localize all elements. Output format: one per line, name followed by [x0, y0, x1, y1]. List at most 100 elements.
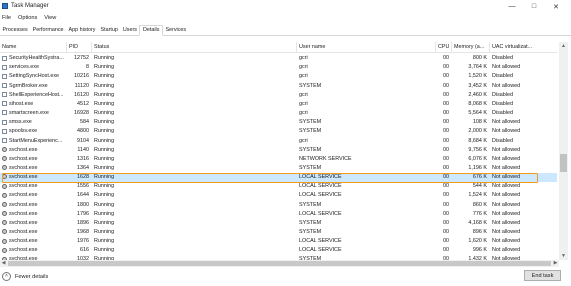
column-header-name[interactable]: Name	[2, 44, 16, 50]
cell-mem: 896 K	[472, 229, 487, 236]
cell-name: svchost.exe	[9, 192, 38, 199]
table-row[interactable]: smartscreen.exe 16928 Running gcri 00 5,564 K…	[0, 109, 557, 118]
tab-performance[interactable]: Performance	[30, 25, 66, 35]
table-row[interactable]: svchost.exe 1140 Running SYSTEM 00 9,756 K Not…	[0, 146, 557, 155]
cell-user: gcri	[299, 73, 308, 80]
cell-mem: 544 K	[472, 183, 487, 190]
menu-file[interactable]: File	[2, 14, 11, 23]
fewer-details-button[interactable]: ˄ Fewer details	[2, 272, 48, 281]
table-row[interactable]: smss.exe 584 Running SYSTEM 00 108 K Not allow…	[0, 118, 557, 127]
cell-cpu: 00	[443, 100, 449, 107]
horizontal-scrollbar[interactable]: ◀ ▶	[0, 260, 559, 267]
gear-icon	[2, 229, 7, 235]
tab-users[interactable]: Users	[120, 25, 139, 35]
table-row[interactable]: sihost.exe 4512 Running gcri 00 8,068 K Disabl…	[0, 100, 557, 109]
minimize-icon[interactable]: —	[501, 1, 523, 12]
menu-view[interactable]: View	[44, 14, 56, 23]
vertical-scrollbar[interactable]: ▲ ▼	[559, 42, 568, 260]
cell-pid: 1644	[77, 192, 89, 199]
menu-options[interactable]: Options	[18, 14, 37, 23]
cell-mem: 860 K	[472, 201, 487, 208]
table-row[interactable]: ShellExperienceHost... 16120 Running gcri 00…	[0, 91, 557, 100]
cell-mem: 776 K	[472, 210, 487, 217]
column-header-uac[interactable]: UAC virtualizat...	[492, 44, 532, 50]
cell-cpu: 00	[443, 183, 449, 190]
cell-cpu: 00	[443, 238, 449, 245]
table-row[interactable]: SecurityHealthSystra... 12752 Running gcri 0…	[0, 54, 557, 63]
cell-cpu: 00	[443, 82, 449, 89]
cell-uac: Not allowed	[492, 219, 521, 226]
table-row[interactable]: spoolsv.exe 4800 Running SYSTEM 00 2,000 K Not…	[0, 127, 557, 136]
column-header-cpu[interactable]: CPU	[438, 44, 449, 50]
table-row[interactable]: svchost.exe 1556 Running LOCAL SERVICE 00 544…	[0, 182, 557, 191]
table-row[interactable]: svchost.exe 1644 Running LOCAL SERVICE 00 1,5…	[0, 191, 557, 200]
cell-status: Running	[94, 201, 115, 208]
cell-status: Running	[94, 229, 115, 236]
cell-name: smartscreen.exe	[9, 110, 49, 117]
tab-details[interactable]: Details	[139, 25, 163, 36]
cell-status: Running	[94, 247, 115, 254]
cell-pid: 616	[80, 247, 89, 254]
horizontal-scroll-thumb[interactable]	[8, 261, 551, 266]
close-icon[interactable]: ✕	[545, 1, 567, 12]
process-icon	[2, 82, 7, 88]
gear-icon	[2, 183, 7, 189]
table-row[interactable]: svchost.exe 1800 Running SYSTEM 00 860 K Not a…	[0, 200, 557, 209]
chevron-up-icon: ˄	[2, 272, 11, 281]
cell-status: Running	[94, 64, 115, 71]
cell-cpu: 00	[443, 146, 449, 153]
table-row[interactable]: svchost.exe 1796 Running LOCAL SERVICE 00 776…	[0, 210, 557, 219]
process-icon	[2, 128, 7, 134]
cell-status: Running	[94, 155, 115, 162]
scroll-up-icon[interactable]: ▲	[559, 42, 568, 50]
tab-app-history[interactable]: App history	[66, 25, 98, 35]
table-row[interactable]: services.exe 8 Running gcri 00 3,764 K Not all…	[0, 63, 557, 72]
gear-icon	[2, 192, 7, 198]
cell-pid: 1968	[77, 229, 89, 236]
highlight-box	[2, 173, 538, 183]
cell-uac: Not allowed	[492, 201, 521, 208]
tab-services[interactable]: Services	[163, 25, 189, 35]
cell-pid: 584	[80, 119, 89, 126]
cell-mem: 3,452 K	[468, 82, 487, 89]
cell-status: Running	[94, 128, 115, 135]
table-row[interactable]: svchost.exe 1316 Running NETWORK SERVICE 00 6…	[0, 155, 557, 164]
cell-name: SgrmBroker.exe	[9, 82, 48, 89]
cell-mem: 2,000 K	[468, 128, 487, 135]
cell-status: Running	[94, 210, 115, 217]
scroll-down-icon[interactable]: ▼	[559, 252, 568, 260]
table-row[interactable]: svchost.exe 1896 Running SYSTEM 00 4,168 K Not…	[0, 219, 557, 228]
cell-cpu: 00	[443, 155, 449, 162]
cell-name: svchost.exe	[9, 219, 38, 226]
cell-user: LOCAL SERVICE	[299, 238, 342, 245]
cell-mem: 4,168 K	[468, 219, 487, 226]
column-header-pid[interactable]: PID	[69, 44, 78, 50]
fewer-details-label: Fewer details	[15, 273, 49, 280]
menu-bar: File Options View	[0, 14, 56, 23]
column-header-user[interactable]: User name	[299, 44, 325, 50]
column-header-memory[interactable]: Memory (a...	[454, 44, 484, 50]
table-row[interactable]: svchost.exe 1968 Running SYSTEM 00 896 K Not a…	[0, 228, 557, 237]
cell-cpu: 00	[443, 73, 449, 80]
vertical-scroll-thumb[interactable]	[560, 154, 567, 172]
cell-status: Running	[94, 91, 115, 98]
table-row[interactable]: SgrmBroker.exe 11120 Running SYSTEM 00 3,452 …	[0, 81, 557, 90]
end-task-button[interactable]: End task	[524, 270, 561, 281]
tab-startup[interactable]: Startup	[98, 25, 120, 35]
cell-pid: 12752	[74, 55, 89, 62]
column-header-status[interactable]: Status	[94, 44, 109, 50]
cell-pid: 1800	[77, 201, 89, 208]
table-row[interactable]: SettingSyncHost.exe 10216 Running gcri 00 1,5…	[0, 72, 557, 81]
tab-processes[interactable]: Processes	[0, 25, 30, 35]
table-row[interactable]: svchost.exe 1364 Running SYSTEM 00 1,196 K Not…	[0, 164, 557, 173]
cell-status: Running	[94, 164, 115, 171]
table-row[interactable]: svchost.exe 616 Running LOCAL SERVICE 00 996 …	[0, 246, 557, 255]
table-row[interactable]: StartMenuExperienc... 9104 Running gcri 00 8,…	[0, 136, 557, 145]
maximize-icon[interactable]: □	[523, 1, 545, 12]
scroll-left-icon[interactable]: ◀	[0, 260, 7, 267]
cell-uac: Disabled	[492, 55, 513, 62]
cell-name: ShellExperienceHost...	[9, 91, 64, 98]
table-row[interactable]: svchost.exe 1976 Running LOCAL SERVICE 00 1,6…	[0, 237, 557, 246]
scroll-right-icon[interactable]: ▶	[552, 260, 559, 267]
table-header: Name PID Status User name CPU Memory (a.…	[0, 42, 557, 53]
